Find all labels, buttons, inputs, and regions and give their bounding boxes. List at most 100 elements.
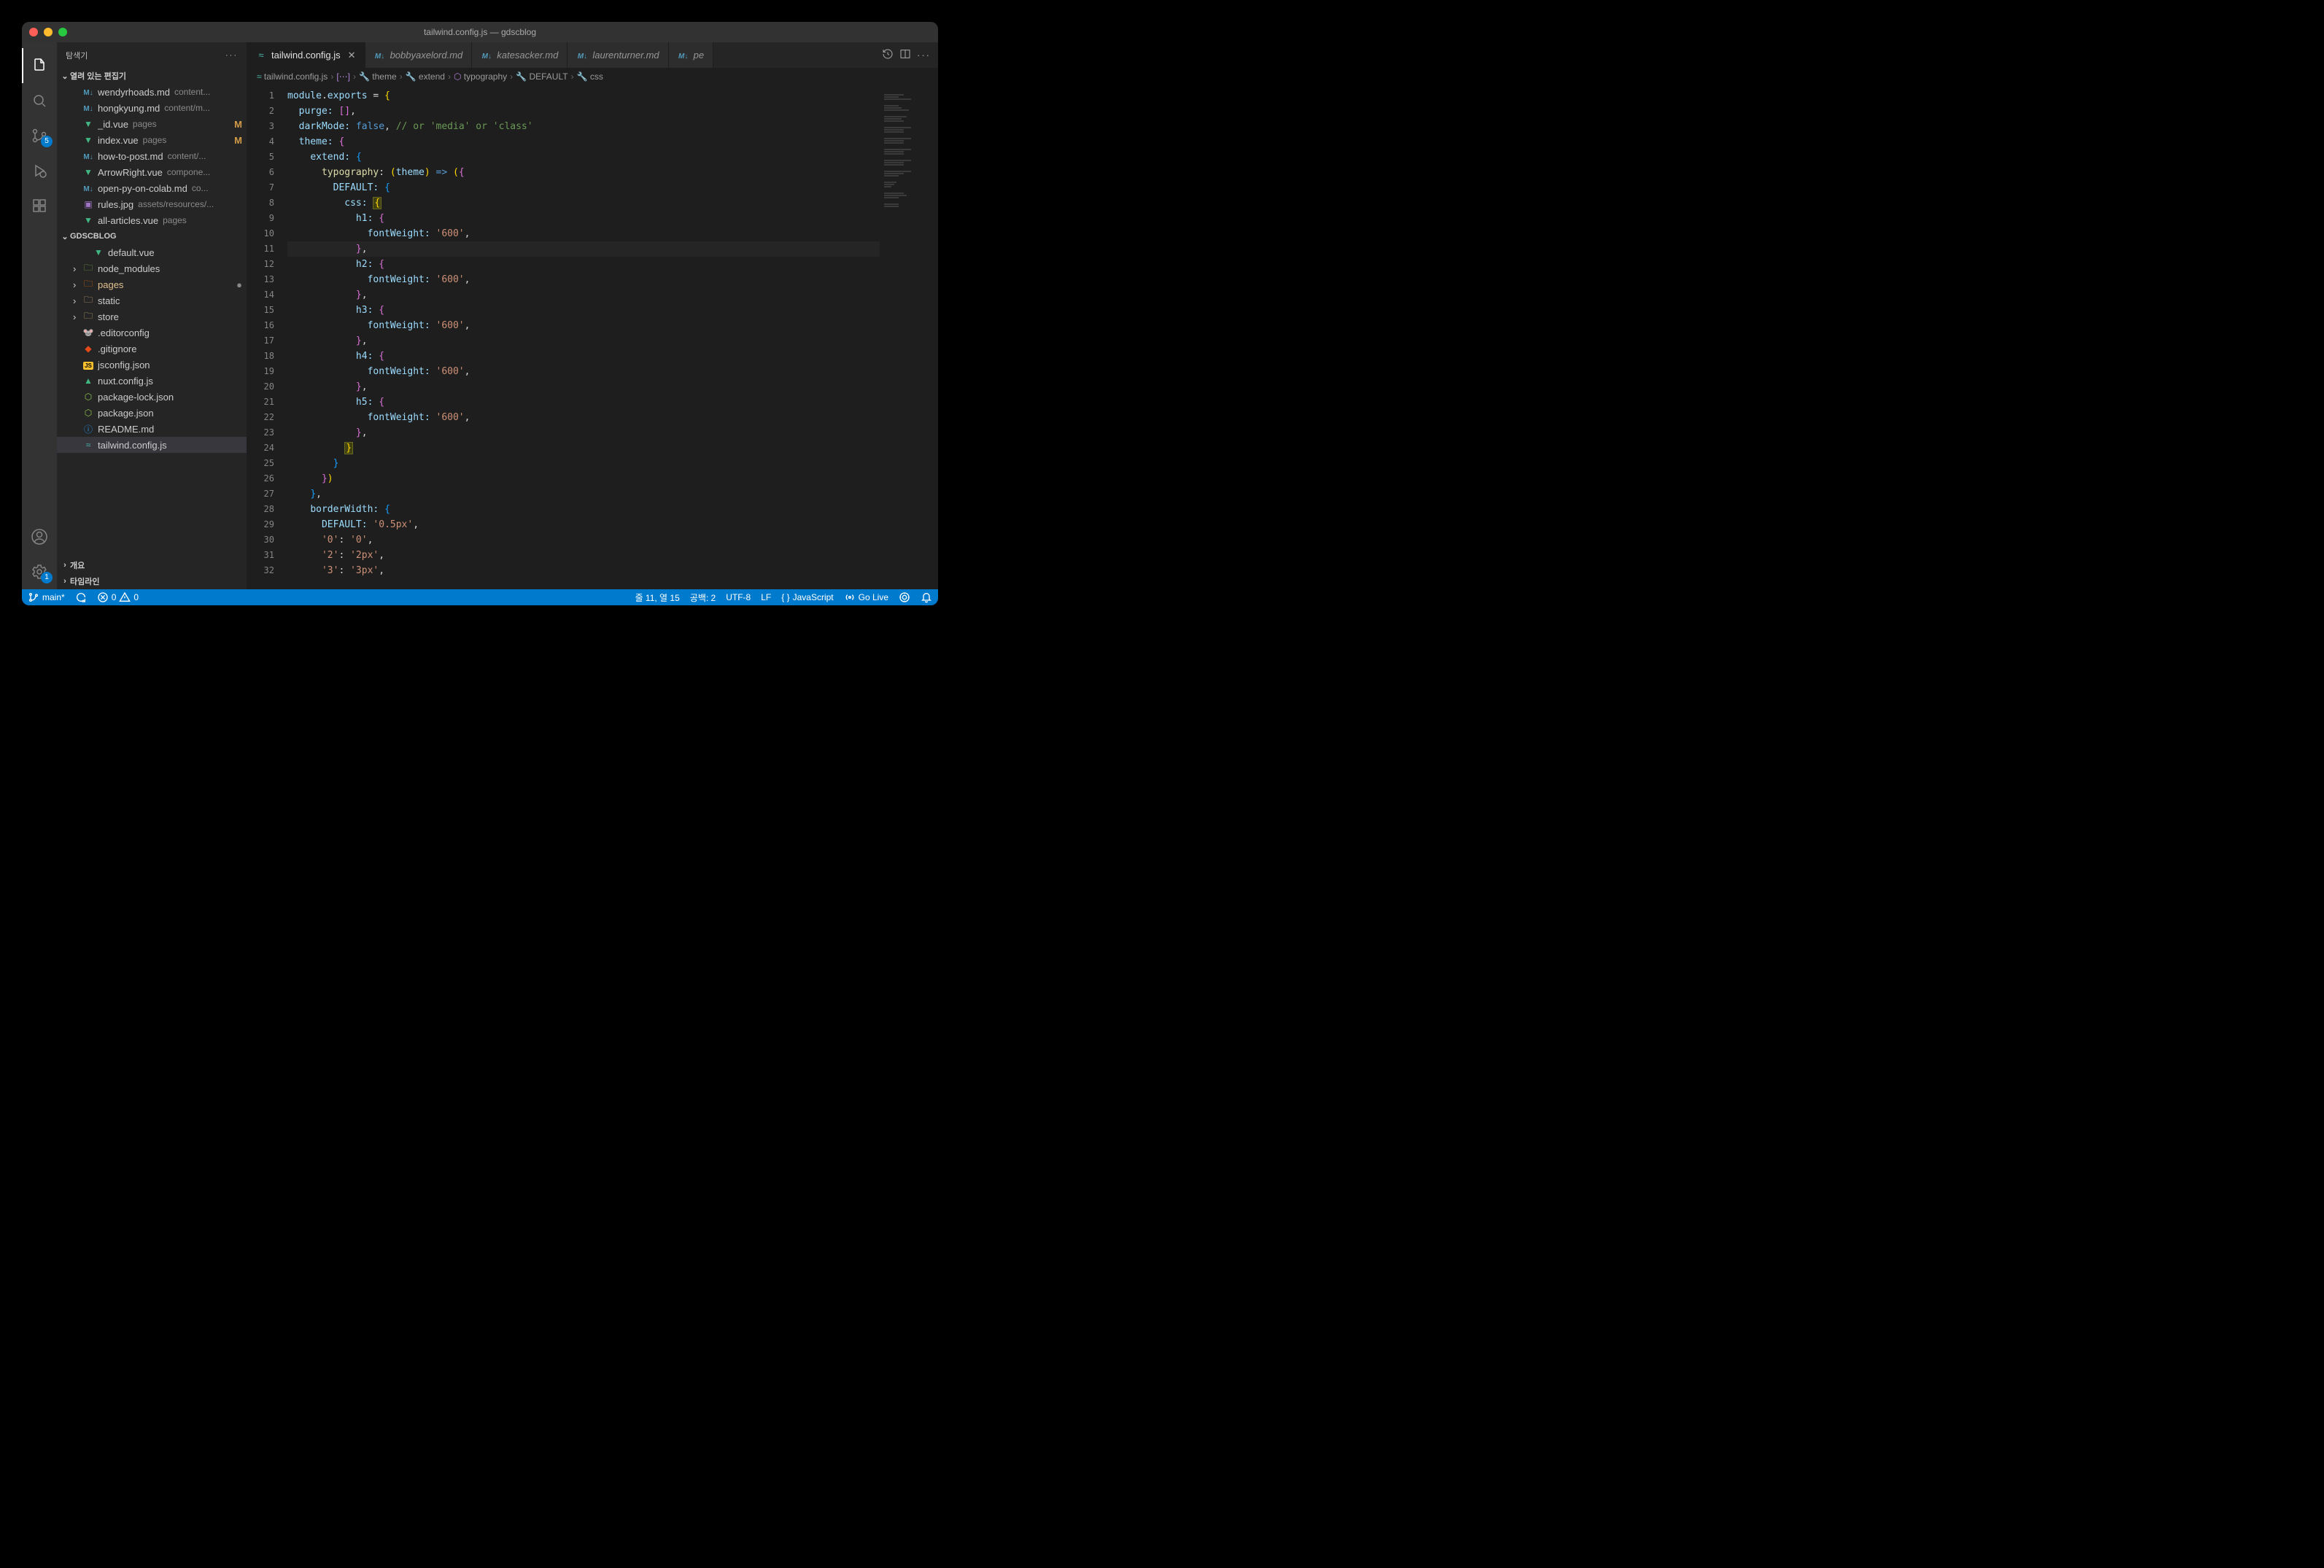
open-editor-item[interactable]: ▼all-articles.vuepages — [57, 212, 247, 228]
scm-view-button[interactable]: 5 — [22, 118, 57, 153]
close-tab-icon[interactable]: ✕ — [348, 50, 356, 61]
code-line[interactable]: fontWeight: '600', — [287, 272, 880, 287]
code-line[interactable]: '2': '2px', — [287, 548, 880, 563]
accounts-button[interactable] — [22, 519, 57, 554]
code-line[interactable]: }, — [287, 379, 880, 395]
code-line[interactable]: extend: { — [287, 150, 880, 165]
language-mode-status[interactable]: { } JavaScript — [781, 592, 833, 602]
code-line[interactable]: '3': '3px', — [287, 563, 880, 578]
run-debug-view-button[interactable] — [22, 153, 57, 188]
code-line[interactable]: fontWeight: '600', — [287, 410, 880, 425]
code-line[interactable]: purge: [], — [287, 104, 880, 119]
editor-tab[interactable]: M↓bobbyaxelord.md — [365, 42, 473, 68]
open-editor-item[interactable]: ▼index.vuepagesM — [57, 132, 247, 148]
tree-item[interactable]: ⓘREADME.md — [57, 421, 247, 437]
code-line[interactable]: } — [287, 440, 880, 456]
tree-item[interactable]: ≈tailwind.config.js — [57, 437, 247, 453]
code-line[interactable]: theme: { — [287, 134, 880, 150]
open-editor-item[interactable]: M↓open-py-on-colab.mdco... — [57, 180, 247, 196]
open-editor-item[interactable]: M↓hongkyung.mdcontent/m... — [57, 100, 247, 116]
tree-item[interactable]: JSjsconfig.json — [57, 357, 247, 373]
code-line[interactable]: typography: (theme) => ({ — [287, 165, 880, 180]
code-line[interactable]: h3: { — [287, 303, 880, 318]
tree-item[interactable]: ▼default.vue — [57, 244, 247, 260]
editor-tab[interactable]: M↓pe — [669, 42, 713, 68]
git-branch-status[interactable]: main* — [28, 591, 65, 603]
code-line[interactable]: module.exports = { — [287, 88, 880, 104]
code-line[interactable]: }, — [287, 241, 880, 257]
history-icon[interactable] — [882, 48, 894, 62]
tree-item[interactable]: 🐭.editorconfig — [57, 325, 247, 341]
tree-item[interactable]: ▲nuxt.config.js — [57, 373, 247, 389]
tree-item[interactable]: ›🗀pages● — [57, 276, 247, 292]
open-editor-item[interactable]: ▼_id.vuepagesM — [57, 116, 247, 132]
tree-item[interactable]: ⬡package-lock.json — [57, 389, 247, 405]
code-line[interactable]: h5: { — [287, 395, 880, 410]
sync-status[interactable] — [75, 591, 87, 603]
cursor-position-status[interactable]: 줄 11, 열 15 — [635, 591, 680, 604]
feedback-status[interactable] — [899, 591, 910, 603]
breadcrumb-segment[interactable]: ≈ tailwind.config.js — [257, 71, 328, 82]
code-line[interactable]: h2: { — [287, 257, 880, 272]
project-header[interactable]: ⌄ GDSCBLOG — [57, 228, 247, 244]
code-line[interactable]: fontWeight: '600', — [287, 318, 880, 333]
code-line[interactable]: }, — [287, 425, 880, 440]
breadcrumb-segment[interactable]: 🔧 DEFAULT — [516, 71, 568, 82]
indentation-status[interactable]: 공백: 2 — [690, 591, 716, 604]
extensions-view-button[interactable] — [22, 188, 57, 223]
go-live-status[interactable]: Go Live — [844, 591, 888, 603]
breadcrumb-segment[interactable]: ⬡ typography — [454, 71, 507, 82]
minimize-window-button[interactable] — [44, 28, 53, 36]
tree-item[interactable]: ›🗀static — [57, 292, 247, 308]
outline-header[interactable]: › 개요 — [57, 557, 247, 573]
tree-item[interactable]: ◆.gitignore — [57, 341, 247, 357]
breadcrumb-segment[interactable]: 🔧 css — [577, 71, 603, 82]
breadcrumb-segment[interactable]: [⋯] — [336, 71, 350, 82]
code-line[interactable]: fontWeight: '600', — [287, 364, 880, 379]
code-line[interactable]: css: { — [287, 195, 880, 211]
code-line[interactable]: }, — [287, 333, 880, 349]
breadcrumb-segment[interactable]: 🔧 extend — [406, 71, 445, 82]
code-line[interactable]: } — [287, 456, 880, 471]
code-line[interactable]: borderWidth: { — [287, 502, 880, 517]
close-window-button[interactable] — [29, 28, 38, 36]
tree-item[interactable]: ⬡package.json — [57, 405, 247, 421]
code-line[interactable]: '0': '0', — [287, 532, 880, 548]
editor-tab[interactable]: M↓laurenturner.md — [568, 42, 668, 68]
open-editor-item[interactable]: ▣rules.jpgassets/resources/... — [57, 196, 247, 212]
tree-item[interactable]: ›🗀store — [57, 308, 247, 325]
notifications-status[interactable] — [921, 591, 932, 603]
editor-tab[interactable]: ≈tailwind.config.js✕ — [247, 42, 365, 68]
code-content[interactable]: module.exports = { purge: [], darkMode: … — [284, 85, 880, 589]
problems-status[interactable]: 0 0 — [97, 591, 139, 603]
encoding-status[interactable]: UTF-8 — [726, 592, 751, 602]
eol-status[interactable]: LF — [761, 592, 771, 602]
code-line[interactable]: DEFAULT: { — [287, 180, 880, 195]
open-editor-item[interactable]: M↓wendyrhoads.mdcontent... — [57, 84, 247, 100]
open-editor-item[interactable]: ▼ArrowRight.vuecompone... — [57, 164, 247, 180]
timeline-header[interactable]: › 타임라인 — [57, 573, 247, 589]
code-line[interactable]: DEFAULT: '0.5px', — [287, 517, 880, 532]
code-line[interactable]: }, — [287, 486, 880, 502]
code-line[interactable]: h4: { — [287, 349, 880, 364]
code-line[interactable]: h1: { — [287, 211, 880, 226]
editor-tab[interactable]: M↓katesacker.md — [472, 42, 568, 68]
code-line[interactable]: }) — [287, 471, 880, 486]
breadcrumb-segment[interactable]: 🔧 theme — [359, 71, 397, 82]
minimap[interactable] — [880, 85, 938, 589]
open-editors-header[interactable]: ⌄ 열려 있는 편집기 — [57, 68, 247, 84]
code-editor[interactable]: 1234567891011121314151617181920212223242… — [247, 85, 938, 589]
search-view-button[interactable] — [22, 83, 57, 118]
code-line[interactable]: darkMode: false, // or 'media' or 'class… — [287, 119, 880, 134]
split-editor-icon[interactable] — [899, 48, 911, 62]
tree-item[interactable]: ›🗀node_modules — [57, 260, 247, 276]
open-editor-item[interactable]: M↓how-to-post.mdcontent/... — [57, 148, 247, 164]
more-icon[interactable]: ··· — [917, 50, 931, 61]
code-line[interactable]: }, — [287, 287, 880, 303]
explorer-view-button[interactable] — [22, 48, 57, 83]
settings-button[interactable]: 1 — [22, 554, 57, 589]
maximize-window-button[interactable] — [58, 28, 67, 36]
more-icon[interactable]: ··· — [225, 51, 238, 60]
breadcrumb[interactable]: ≈ tailwind.config.js›[⋯] ›🔧 theme›🔧 exte… — [247, 68, 938, 85]
code-line[interactable]: fontWeight: '600', — [287, 226, 880, 241]
